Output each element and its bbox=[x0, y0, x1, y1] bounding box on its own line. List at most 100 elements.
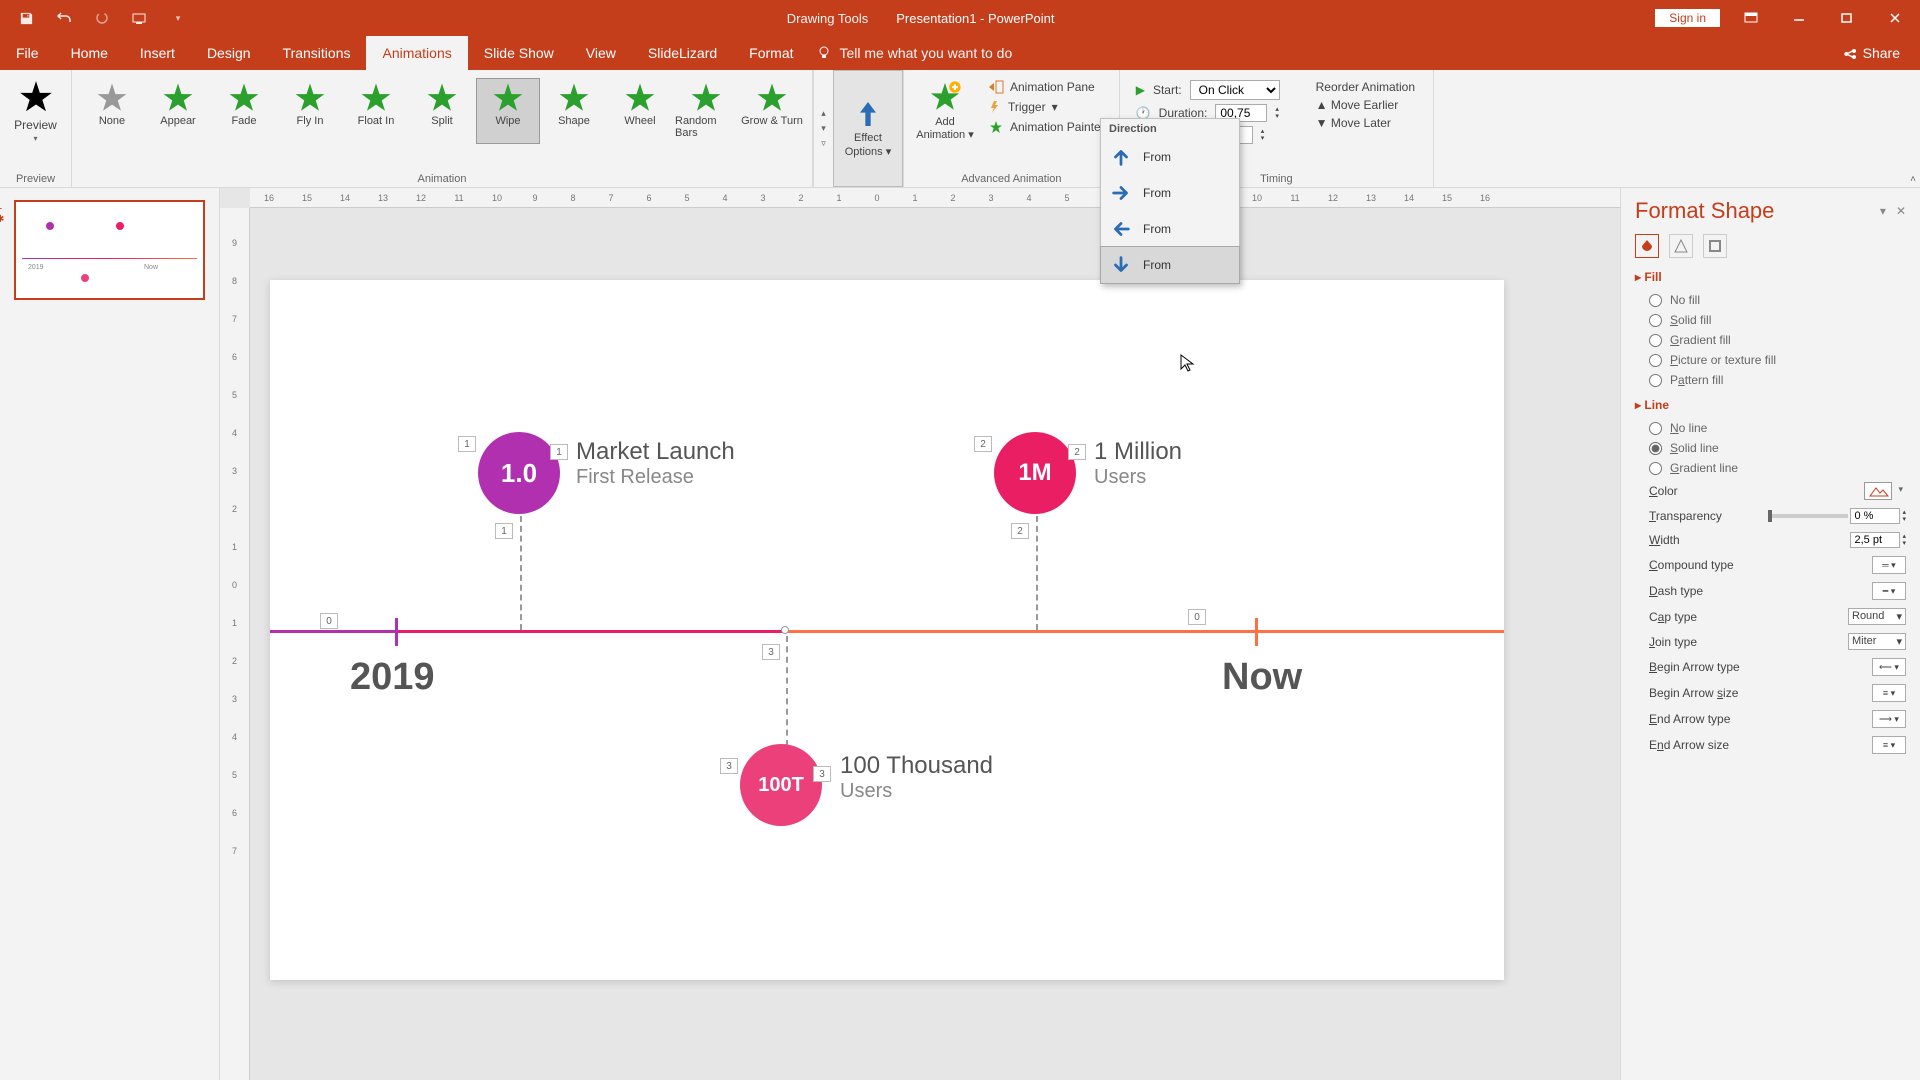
width-input[interactable] bbox=[1850, 532, 1900, 548]
gradient-fill-radio[interactable] bbox=[1649, 334, 1662, 347]
tab-design[interactable]: Design bbox=[191, 36, 267, 70]
anim-tag[interactable]: 0 bbox=[1188, 609, 1206, 625]
maximize-icon[interactable] bbox=[1830, 5, 1864, 31]
begin-arrow-type-button[interactable]: ⟵ ▾ bbox=[1872, 658, 1906, 676]
group-label-preview: Preview bbox=[6, 173, 65, 187]
anim-tag[interactable]: 3 bbox=[720, 758, 738, 774]
animation-float-in[interactable]: Float In bbox=[344, 78, 408, 144]
ribbon-display-icon[interactable] bbox=[1734, 5, 1768, 31]
animation-fade[interactable]: Fade bbox=[212, 78, 276, 144]
transparency-input[interactable] bbox=[1850, 508, 1900, 524]
dash-type-button[interactable]: ━ ▾ bbox=[1872, 582, 1906, 600]
tab-animations[interactable]: Animations bbox=[366, 36, 467, 70]
start-from-beginning-icon[interactable] bbox=[132, 10, 148, 26]
milestone-badge-2[interactable]: 1M bbox=[994, 432, 1076, 514]
anim-tag[interactable]: 2 bbox=[1011, 523, 1029, 539]
undo-icon[interactable] bbox=[56, 10, 72, 26]
milestone-text-1[interactable]: Market Launch First Release bbox=[576, 438, 735, 489]
share-button[interactable]: Share bbox=[1843, 36, 1920, 70]
fill-section-header[interactable]: ▸ Fill bbox=[1635, 270, 1906, 284]
move-earlier-button[interactable]: ▲ Move Earlier bbox=[1316, 98, 1415, 112]
animation-wipe[interactable]: Wipe bbox=[476, 78, 540, 144]
anim-tag[interactable]: 2 bbox=[974, 436, 992, 452]
lightbulb-icon bbox=[816, 45, 832, 61]
animation-fly-in[interactable]: Fly In bbox=[278, 78, 342, 144]
animation-random-bars[interactable]: Random Bars bbox=[674, 78, 738, 144]
milestone-badge-1[interactable]: 1.0 bbox=[478, 432, 560, 514]
compound-type-button[interactable]: ═ ▾ bbox=[1872, 556, 1906, 574]
animation-shape[interactable]: Shape bbox=[542, 78, 606, 144]
tab-insert[interactable]: Insert bbox=[124, 36, 191, 70]
effect-options-button[interactable]: EffectOptions ▾ bbox=[833, 70, 903, 187]
size-tab-icon[interactable] bbox=[1703, 234, 1727, 258]
end-arrow-size-button[interactable]: ≡ ▾ bbox=[1872, 736, 1906, 754]
preview-label: Preview bbox=[14, 118, 57, 132]
minimize-icon[interactable] bbox=[1782, 5, 1816, 31]
tab-format[interactable]: Format bbox=[733, 36, 809, 70]
thumbnail-pane[interactable]: 1 ✱ 2019 Now bbox=[0, 188, 220, 1080]
move-later-button[interactable]: ▼ Move Later bbox=[1316, 116, 1415, 130]
solid-line-radio[interactable] bbox=[1649, 442, 1662, 455]
milestone-badge-3[interactable]: 100T bbox=[740, 744, 822, 826]
anim-tag[interactable]: 1 bbox=[550, 444, 568, 460]
group-label-advanced: Advanced Animation bbox=[910, 173, 1113, 187]
direction-from-left[interactable]: From bbox=[1101, 175, 1239, 211]
tab-file[interactable]: File bbox=[0, 36, 55, 70]
no-fill-radio[interactable] bbox=[1649, 294, 1662, 307]
tab-slidelizard[interactable]: SlideLizard bbox=[632, 36, 733, 70]
sign-in-button[interactable]: Sign in bbox=[1655, 9, 1720, 27]
effects-tab-icon[interactable] bbox=[1669, 234, 1693, 258]
solid-fill-radio[interactable] bbox=[1649, 314, 1662, 327]
start-select[interactable]: On Click bbox=[1190, 80, 1280, 100]
year-start: 2019 bbox=[350, 656, 435, 699]
gradient-line-radio[interactable] bbox=[1649, 462, 1662, 475]
line-section-header[interactable]: ▸ Line bbox=[1635, 398, 1906, 412]
close-pane-icon[interactable]: ✕ bbox=[1896, 204, 1906, 218]
cap-type-select[interactable]: Round▾ bbox=[1848, 608, 1906, 625]
anim-tag[interactable]: 1 bbox=[458, 436, 476, 452]
begin-arrow-size-button[interactable]: ≡ ▾ bbox=[1872, 684, 1906, 702]
picture-fill-radio[interactable] bbox=[1649, 354, 1662, 367]
anim-tag[interactable]: 2 bbox=[1068, 444, 1086, 460]
pattern-fill-radio[interactable] bbox=[1649, 374, 1662, 387]
trigger-button[interactable]: Trigger ▾ bbox=[988, 100, 1105, 114]
anim-tag[interactable]: 3 bbox=[762, 644, 780, 660]
join-type-select[interactable]: Miter▾ bbox=[1848, 633, 1906, 650]
share-icon bbox=[1843, 46, 1857, 60]
slide-canvas[interactable]: 2019 Now 1.0 1M 100T Market Launch First… bbox=[270, 280, 1504, 980]
animation-wheel[interactable]: Wheel bbox=[608, 78, 672, 144]
redo-icon[interactable] bbox=[94, 10, 110, 26]
preview-button[interactable]: Preview ▾ bbox=[6, 74, 65, 147]
milestone-text-2[interactable]: 1 Million Users bbox=[1094, 438, 1182, 489]
end-arrow-type-button[interactable]: ⟶ ▾ bbox=[1872, 710, 1906, 728]
tell-me[interactable]: Tell me what you want to do bbox=[816, 36, 1013, 70]
fill-line-tab-icon[interactable] bbox=[1635, 234, 1659, 258]
add-animation-button[interactable]: AddAnimation ▾ bbox=[910, 74, 980, 148]
close-icon[interactable] bbox=[1878, 5, 1912, 31]
milestone-text-3[interactable]: 100 Thousand Users bbox=[840, 752, 993, 803]
animation-appear[interactable]: Appear bbox=[146, 78, 210, 144]
animation-none[interactable]: None bbox=[80, 78, 144, 144]
slide-editor[interactable]: 1615141312111098765432101234567891011121… bbox=[220, 188, 1620, 1080]
animation-grow-&-turn[interactable]: Grow & Turn bbox=[740, 78, 804, 144]
color-picker[interactable] bbox=[1864, 482, 1892, 500]
direction-from-top[interactable]: From bbox=[1100, 246, 1240, 284]
animation-painter-button[interactable]: Animation Painter bbox=[988, 120, 1105, 134]
anim-tag[interactable]: 3 bbox=[813, 766, 831, 782]
tab-transitions[interactable]: Transitions bbox=[267, 36, 367, 70]
anim-tag[interactable]: 1 bbox=[495, 523, 513, 539]
tab-slideshow[interactable]: Slide Show bbox=[468, 36, 570, 70]
tab-view[interactable]: View bbox=[570, 36, 632, 70]
slide-thumbnail[interactable]: 2019 Now bbox=[14, 200, 205, 300]
direction-from-bottom[interactable]: From bbox=[1101, 139, 1239, 175]
anim-tag[interactable]: 0 bbox=[320, 613, 338, 629]
qat-more-icon[interactable]: ▾ bbox=[170, 10, 186, 26]
gallery-more-button[interactable]: ▴ ▾ ▿ bbox=[813, 70, 833, 187]
animation-pane-button[interactable]: Animation Pane bbox=[988, 80, 1105, 94]
animation-split[interactable]: Split bbox=[410, 78, 474, 144]
direction-from-right[interactable]: From bbox=[1101, 211, 1239, 247]
collapse-ribbon-icon[interactable]: ˄ bbox=[1910, 174, 1916, 185]
tab-home[interactable]: Home bbox=[55, 36, 124, 70]
save-icon[interactable] bbox=[18, 10, 34, 26]
no-line-radio[interactable] bbox=[1649, 422, 1662, 435]
